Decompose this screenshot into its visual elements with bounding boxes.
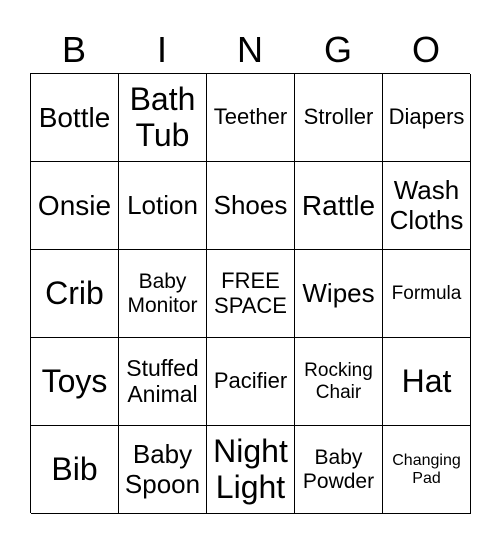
- bingo-cell: Baby Powder: [295, 426, 383, 514]
- bingo-cell: Teether: [207, 74, 295, 162]
- bingo-cell: Formula: [383, 250, 471, 338]
- bingo-cell: Bottle: [31, 74, 119, 162]
- bingo-cell: Stuffed Animal: [119, 338, 207, 426]
- bingo-cell: Shoes: [207, 162, 295, 250]
- bingo-cell: Changing Pad: [383, 426, 471, 514]
- header-letter: I: [156, 29, 167, 70]
- bingo-cell: Rattle: [295, 162, 383, 250]
- bingo-cell: Wipes: [295, 250, 383, 338]
- bingo-cell: Stroller: [295, 74, 383, 162]
- bingo-cell: Hat: [383, 338, 471, 426]
- bingo-cell: Crib: [31, 250, 119, 338]
- bingo-cell: Toys: [31, 338, 119, 426]
- bingo-cell: Wash Cloths: [383, 162, 471, 250]
- header-letter: O: [411, 29, 440, 70]
- bingo-cell: Night Light: [207, 426, 295, 514]
- bingo-cell: Bath Tub: [119, 74, 207, 162]
- bingo-cell: Baby Monitor: [119, 250, 207, 338]
- bingo-card: Bottle Bath Tub Teether Stroller Diapers Onsi…: [30, 73, 471, 514]
- header-letter: G: [323, 29, 352, 70]
- bingo-cell: Pacifier: [207, 338, 295, 426]
- bingo-cell: Baby Spoon: [119, 426, 207, 514]
- header-letter: N: [237, 29, 263, 70]
- bingo-cell: Lotion: [119, 162, 207, 250]
- bingo-header: BINGO: [30, 28, 470, 72]
- bingo-cell: FREE SPACE: [207, 250, 295, 338]
- bingo-cell: Onsie: [31, 162, 119, 250]
- header-letter: B: [61, 29, 86, 70]
- bingo-cell: Diapers: [383, 74, 471, 162]
- bingo-cell: Rocking Chair: [295, 338, 383, 426]
- bingo-cell: Bib: [31, 426, 119, 514]
